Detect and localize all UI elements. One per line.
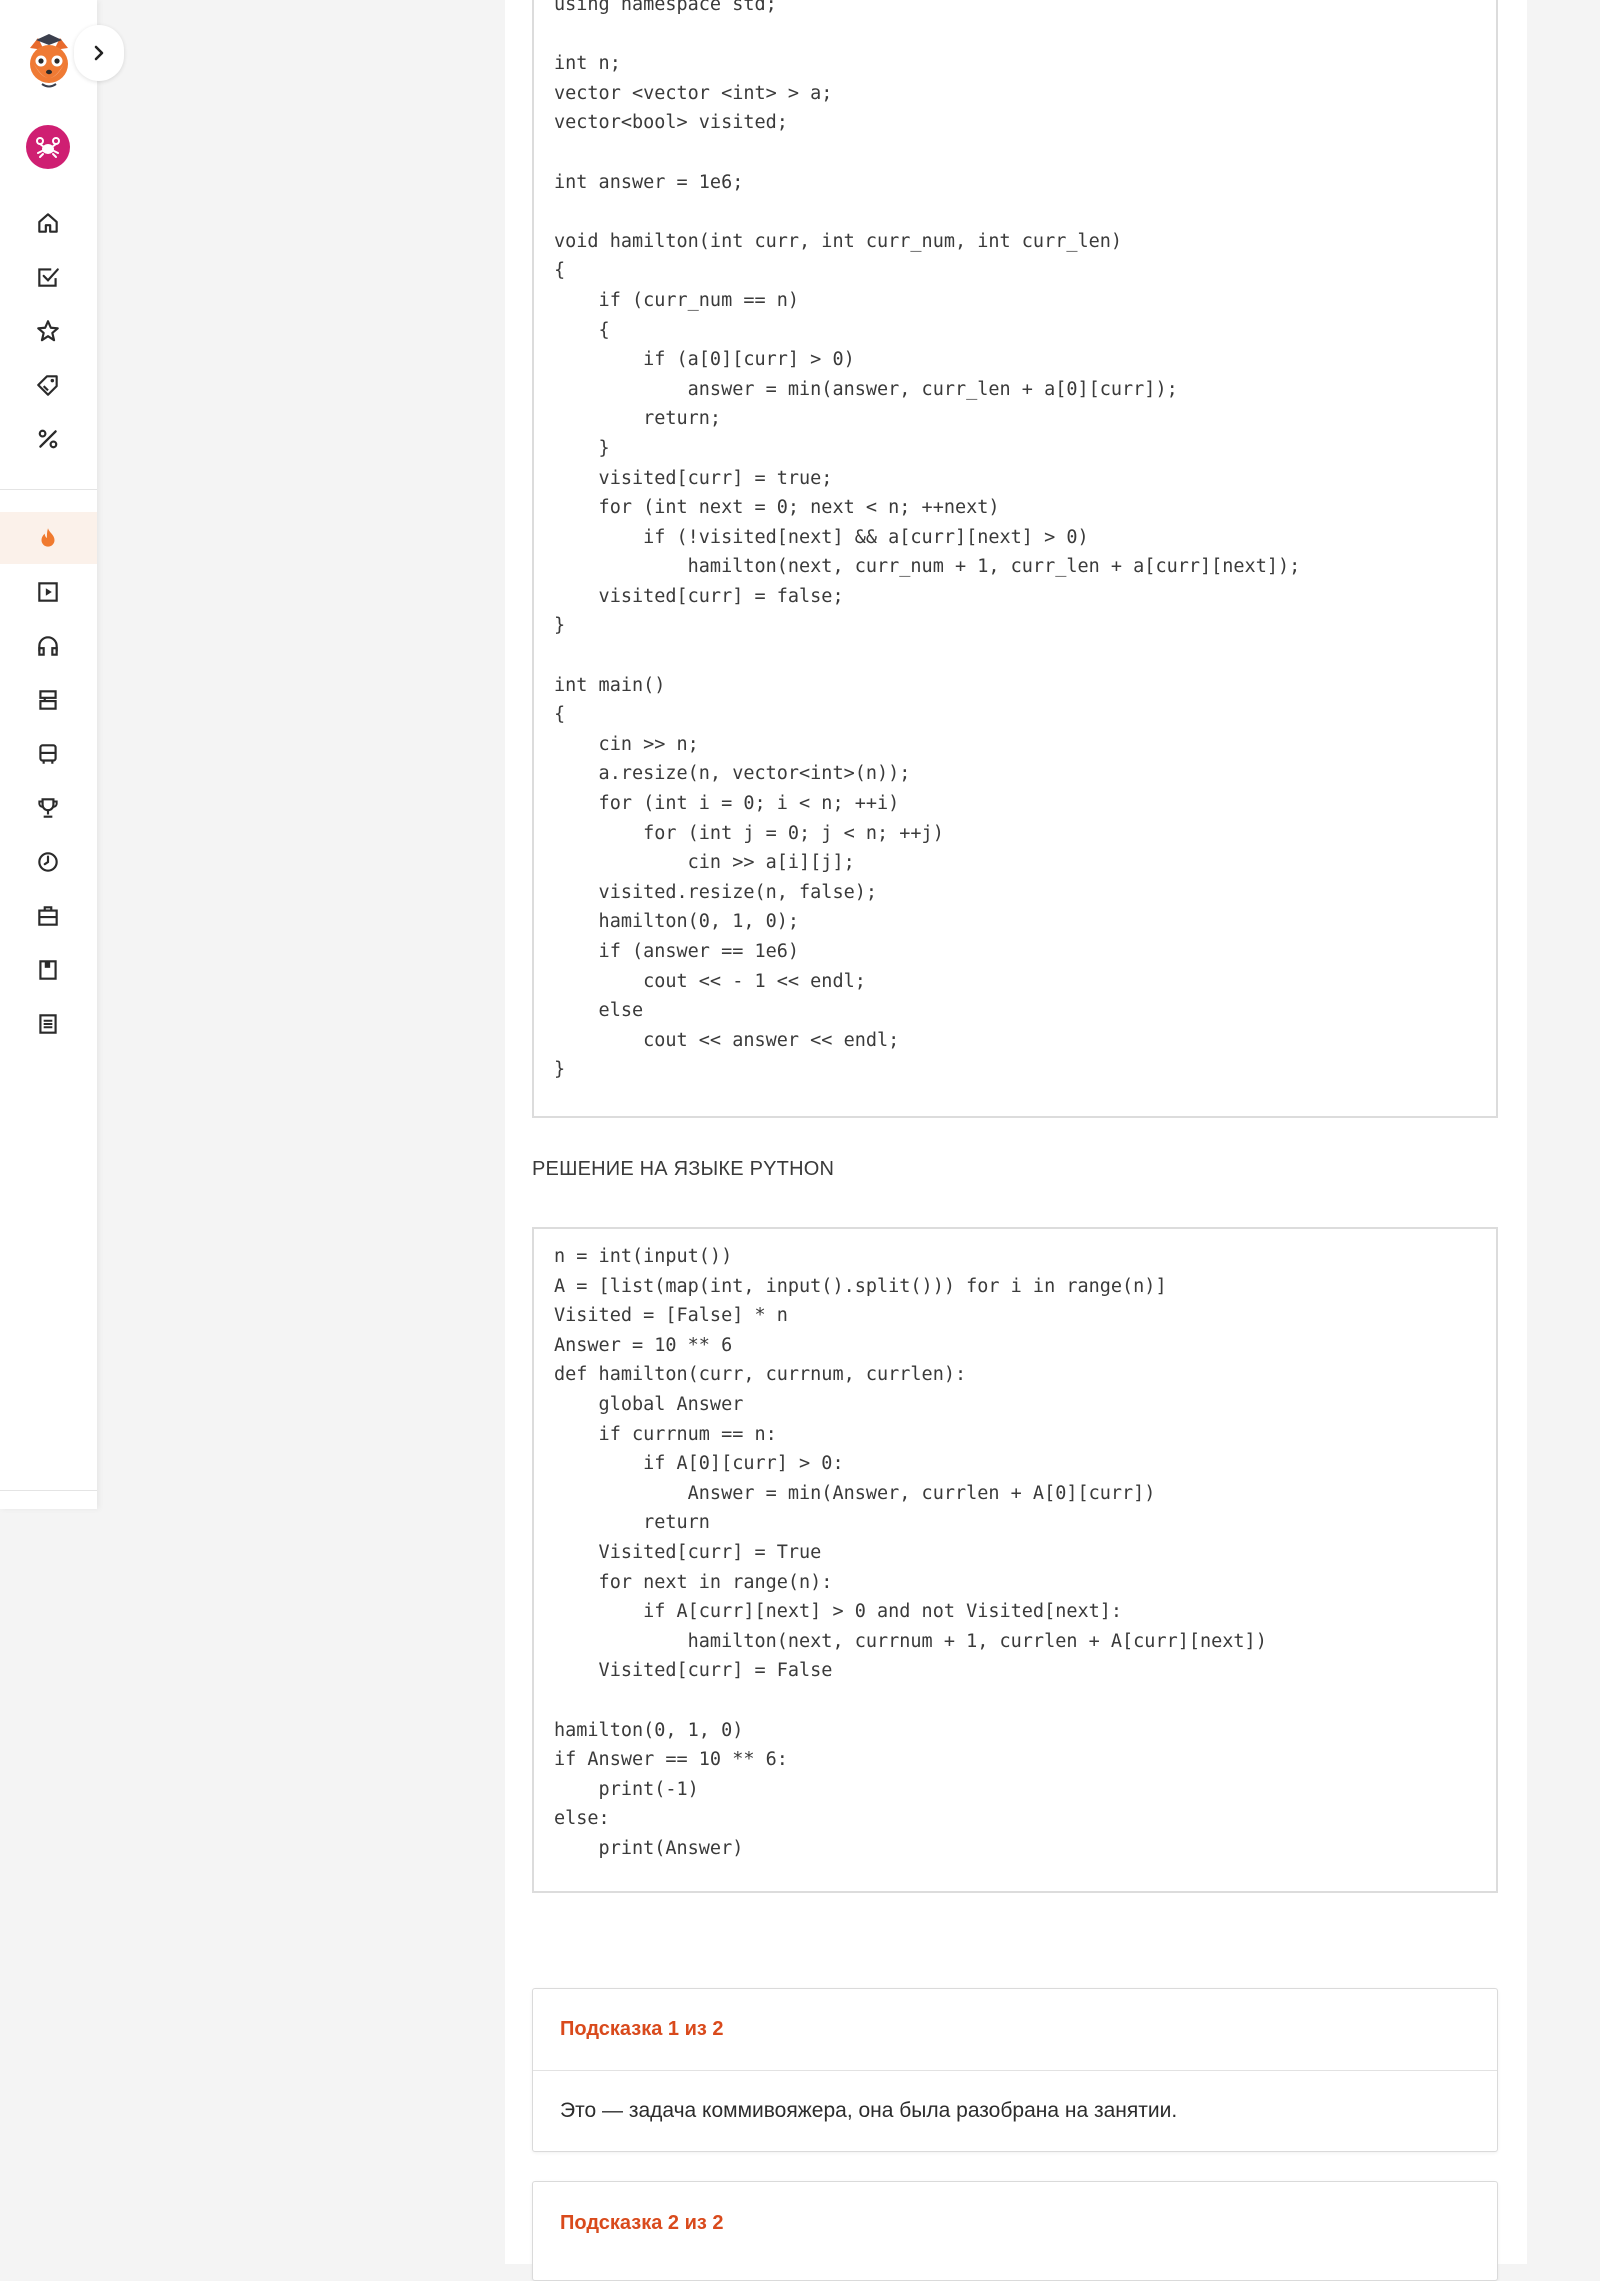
chevron-right-icon xyxy=(94,45,104,61)
clock-icon[interactable] xyxy=(33,847,63,877)
document-list-icon[interactable] xyxy=(33,1009,63,1039)
tasks-checkbox-icon[interactable] xyxy=(33,262,63,292)
cpp-code: using namespace std; int n; vector <vect… xyxy=(554,0,1301,1081)
percent-icon[interactable] xyxy=(33,424,63,454)
fire-icon[interactable] xyxy=(33,523,63,553)
cpp-code-block: using namespace std; int n; vector <vect… xyxy=(532,0,1498,1118)
hint-card-1: Подсказка 1 из 2 Это — задача коммивояже… xyxy=(532,1988,1498,2152)
hint-card-2: Подсказка 2 из 2 xyxy=(532,2181,1498,2281)
tag-icon[interactable] xyxy=(33,370,63,400)
trophy-icon[interactable] xyxy=(33,793,63,823)
main-content: using namespace std; int n; vector <vect… xyxy=(505,0,1527,2281)
headphones-icon[interactable] xyxy=(33,631,63,661)
fox-logo-icon[interactable] xyxy=(26,34,72,90)
home-icon[interactable] xyxy=(33,208,63,238)
sidebar xyxy=(0,0,124,1509)
briefcase-icon[interactable] xyxy=(33,901,63,931)
python-code-block: n = int(input()) A = [list(map(int, inpu… xyxy=(532,1227,1498,1893)
python-code: n = int(input()) A = [list(map(int, inpu… xyxy=(554,1246,1267,1859)
hint-1-title[interactable]: Подсказка 1 из 2 xyxy=(533,1989,1497,2071)
play-icon[interactable] xyxy=(33,577,63,607)
sidebar-bottom-divider xyxy=(0,1490,97,1491)
crab-icon xyxy=(36,137,60,158)
hint-2-title[interactable]: Подсказка 2 из 2 xyxy=(533,2182,1497,2264)
hint-1-text: Это — задача коммивояжера, она была разо… xyxy=(560,2099,1178,2122)
avatar[interactable] xyxy=(26,125,70,169)
python-section-title: РЕШЕНИЕ НА ЯЗЫКЕ PYTHON xyxy=(532,1158,835,1180)
sidebar-divider xyxy=(0,489,97,490)
star-icon[interactable] xyxy=(33,316,63,346)
stack-icon[interactable] xyxy=(33,685,63,715)
notebook-icon[interactable] xyxy=(33,955,63,985)
sidebar-expand-button[interactable] xyxy=(74,25,124,81)
bus-icon[interactable] xyxy=(33,739,63,769)
